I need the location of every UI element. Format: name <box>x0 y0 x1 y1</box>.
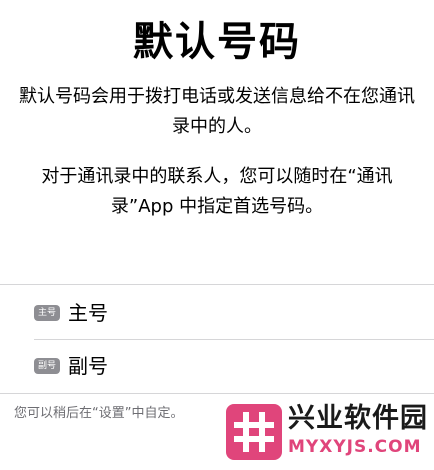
watermark-site-url: MYXYJS.COM <box>288 437 422 457</box>
line-option-primary[interactable]: 主号 主号 <box>0 287 434 339</box>
list-top-divider <box>0 284 434 285</box>
watermark-site-name: 兴业软件园 <box>288 403 428 434</box>
line-badge-secondary: 副号 <box>34 358 60 374</box>
description-paragraph-2: 对于通讯录中的联系人，您可以随时在“通讯录”App 中指定首选号码。 <box>41 166 393 217</box>
hash-icon <box>226 404 282 460</box>
list-bottom-divider <box>0 393 434 394</box>
default-number-screen: 默认号码 默认号码会用于拨打电话或发送信息给不在您通讯录中的人。 对于通讯录中的… <box>0 0 434 470</box>
settings-footnote: 您可以稍后在“设置”中自定。 <box>14 406 184 421</box>
line-label-primary: 主号 <box>68 301 108 325</box>
watermark: 兴业软件园 MYXYJS.COM <box>226 400 428 462</box>
page-title: 默认号码 <box>133 19 301 65</box>
line-label-secondary: 副号 <box>68 354 108 378</box>
line-badge-primary: 主号 <box>34 305 60 321</box>
description-paragraph-1: 默认号码会用于拨打电话或发送信息给不在您通讯录中的人。 <box>19 86 415 137</box>
line-option-secondary[interactable]: 副号 副号 <box>0 340 434 392</box>
